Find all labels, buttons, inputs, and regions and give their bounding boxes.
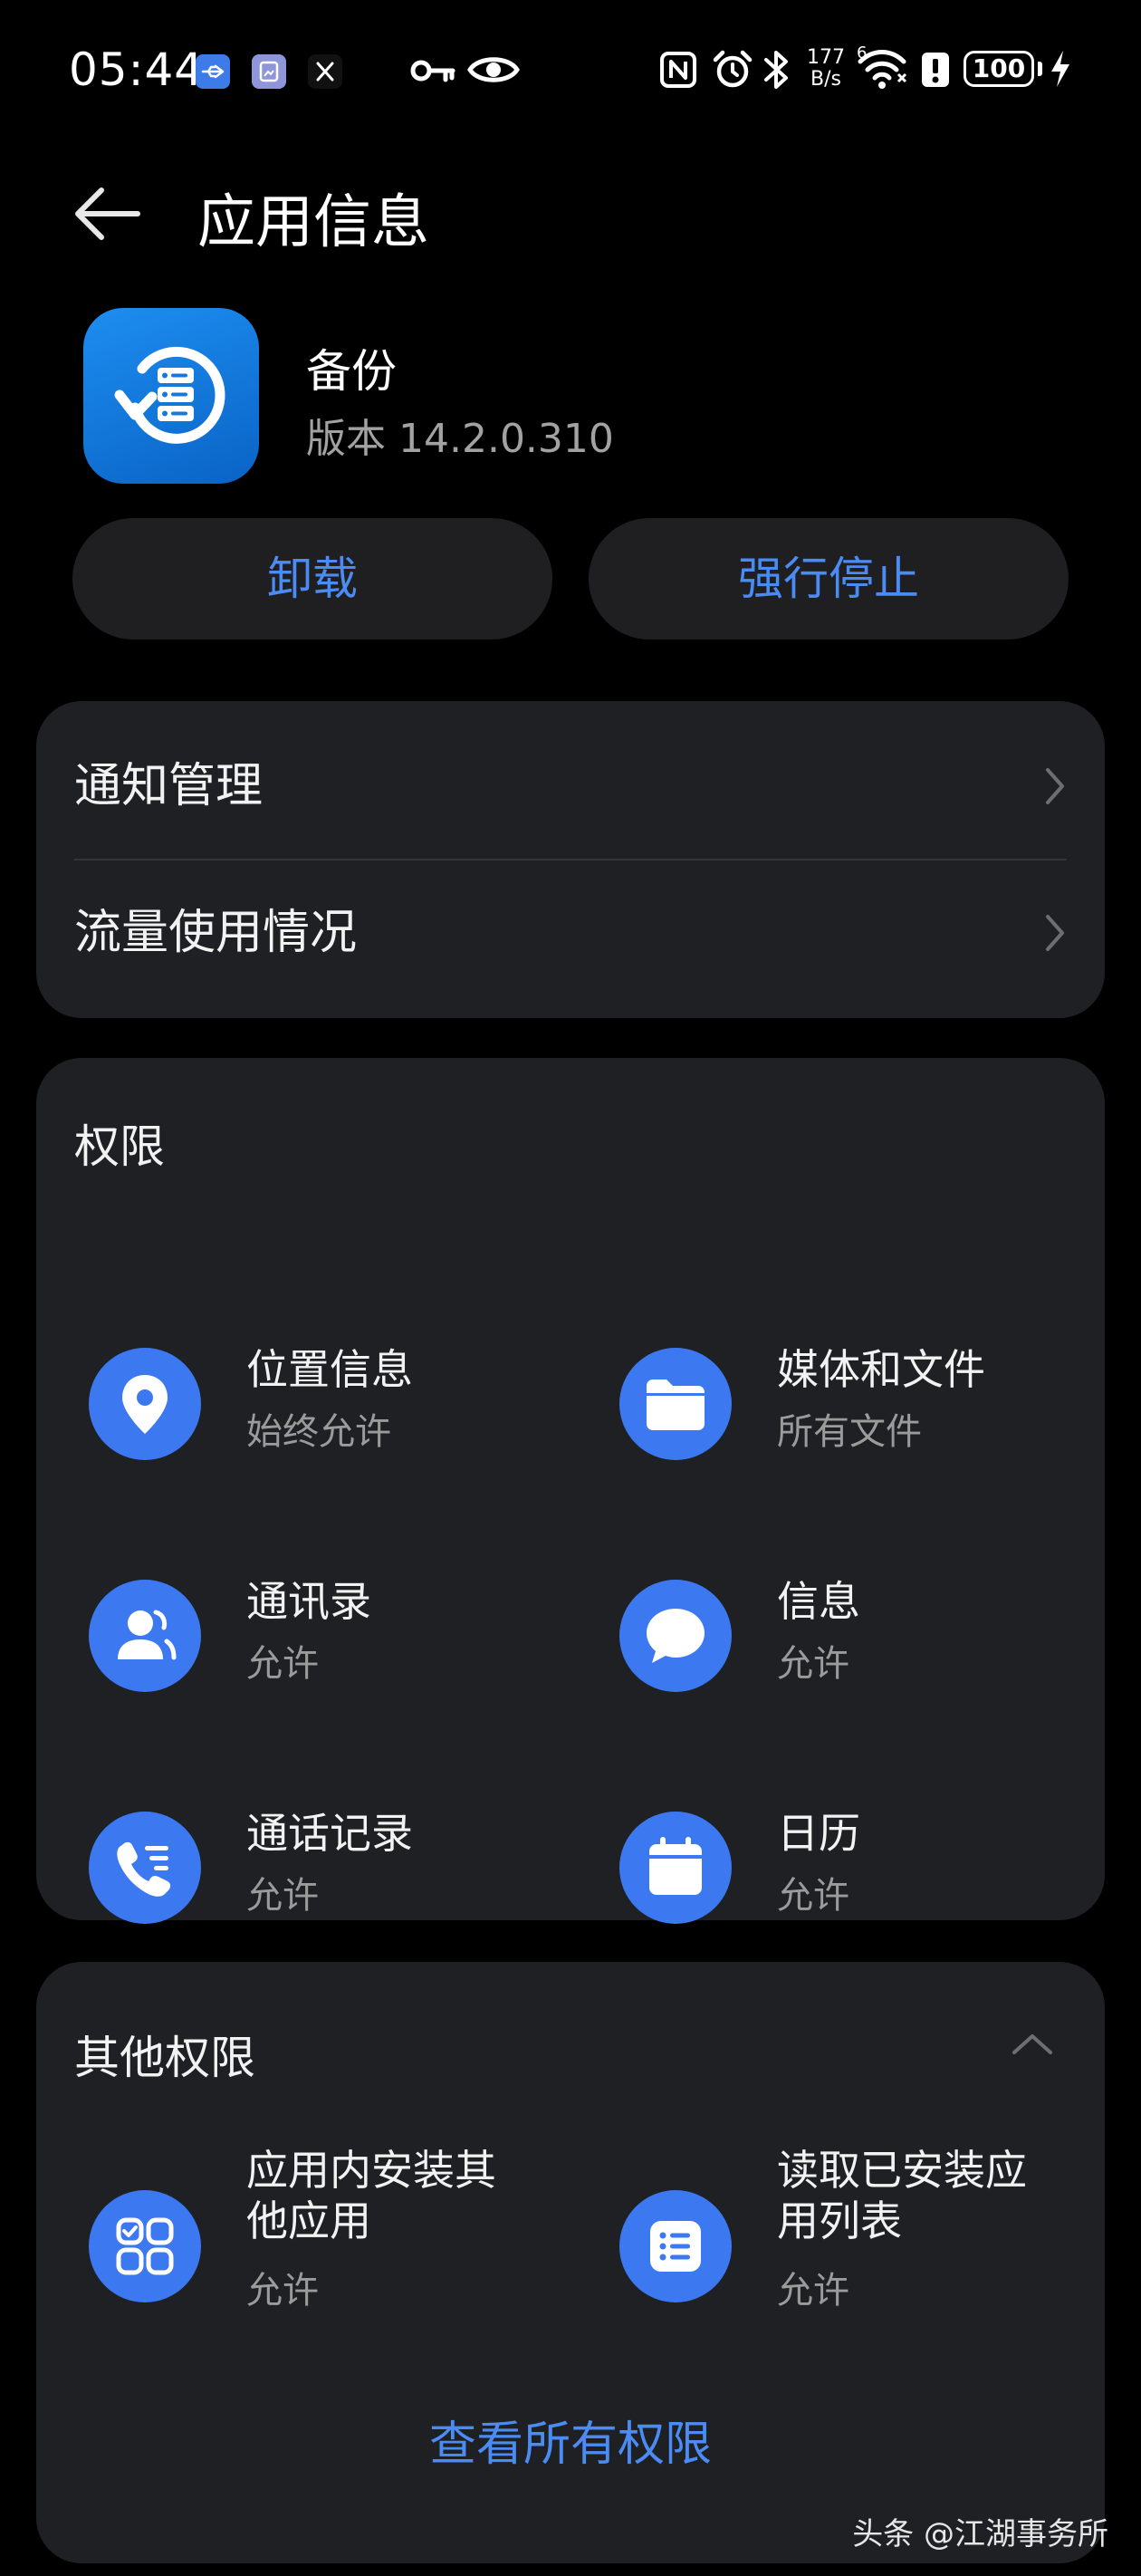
network-speed: 177 B/s	[807, 46, 845, 91]
eye-comfort-icon	[467, 57, 520, 82]
watermark: 头条 @江湖事务所	[852, 2516, 1108, 2552]
call-log-icon	[89, 1812, 201, 1924]
status-bar: 05:44 177 B/s 6 100	[0, 0, 1141, 136]
chevron-right-icon	[1046, 768, 1064, 804]
vpn-key-icon	[410, 60, 455, 82]
app-list-icon	[619, 2190, 732, 2302]
permission-status: 允许	[246, 1643, 319, 1685]
back-arrow-icon	[75, 187, 140, 240]
charging-icon	[1051, 51, 1069, 87]
notification-management-row[interactable]: 通知管理	[36, 714, 1105, 859]
app-version: 版本 14.2.0.310	[306, 416, 614, 462]
force-stop-button[interactable]: 强行停止	[589, 518, 1069, 639]
permission-status: 所有文件	[777, 1411, 922, 1453]
alarm-icon	[713, 50, 753, 88]
battery-tip	[1038, 62, 1042, 76]
battery-icon: 100	[964, 51, 1034, 87]
contacts-icon	[89, 1580, 201, 1692]
view-all-permissions-link[interactable]: 查看所有权限	[36, 2406, 1105, 2474]
menu-item-label: 通知管理	[74, 759, 264, 813]
permission-read-app-list[interactable]: 读取已安装应用列表 允许	[567, 2143, 1056, 2360]
permission-status: 允许	[777, 1643, 849, 1685]
usb-icon	[196, 54, 230, 89]
alert-icon	[922, 53, 949, 87]
other-permissions-card: 其他权限 应用内安装其他应用 允许 读取已安装应用列表 允许 查看所有权限	[36, 1962, 1105, 2563]
uninstall-button[interactable]: 卸载	[72, 518, 552, 639]
menu-item-label: 流量使用情况	[74, 906, 358, 960]
permission-status: 始终允许	[246, 1411, 391, 1453]
app-name: 备份	[306, 345, 397, 398]
permission-status: 允许	[777, 1875, 849, 1917]
permission-media-files[interactable]: 媒体和文件 所有文件	[567, 1328, 1056, 1482]
permissions-title: 权限	[74, 1120, 165, 1173]
permission-calendar[interactable]: 日历 允许	[567, 1792, 1056, 1946]
permission-status: 允许	[777, 2270, 849, 2312]
permission-contacts[interactable]: 通讯录 允许	[36, 1560, 525, 1714]
permissions-card: 权限 位置信息 始终允许 媒体和文件 所有文件 通讯录 允许 信息 允许 通话记…	[36, 1058, 1105, 1924]
status-time: 05:44	[69, 43, 205, 96]
page-title: 应用信息	[197, 189, 429, 256]
gallery-app-icon	[252, 54, 286, 89]
chevron-up-icon[interactable]	[1011, 2031, 1054, 2056]
permission-name: 应用内安装其他应用	[246, 2146, 496, 2245]
permission-status: 允许	[246, 1875, 319, 1917]
permission-name: 日历	[777, 1809, 860, 1858]
nfc-icon	[660, 52, 696, 88]
wifi-icon	[858, 50, 907, 89]
backup-app-icon	[83, 308, 259, 484]
permission-name: 通讯录	[246, 1577, 371, 1626]
install-apps-icon	[89, 2190, 201, 2302]
permission-name: 信息	[777, 1577, 860, 1626]
permission-call-log[interactable]: 通话记录 允许	[36, 1792, 525, 1946]
permission-location[interactable]: 位置信息 始终允许	[36, 1328, 525, 1482]
permission-status: 允许	[246, 2270, 319, 2312]
x-app-icon	[308, 54, 342, 89]
location-icon	[89, 1348, 201, 1460]
data-usage-row[interactable]: 流量使用情况	[36, 860, 1105, 1005]
permission-name: 通话记录	[246, 1809, 413, 1858]
calendar-icon	[619, 1812, 732, 1924]
permission-name: 位置信息	[246, 1345, 413, 1394]
permission-install-other-apps[interactable]: 应用内安装其他应用 允许	[36, 2143, 525, 2360]
other-permissions-title: 其他权限	[74, 2032, 255, 2084]
app-settings-card: 通知管理 流量使用情况	[36, 701, 1105, 1018]
folder-icon	[619, 1348, 732, 1460]
permission-name: 读取已安装应用列表	[777, 2146, 1027, 2245]
bluetooth-icon	[764, 51, 788, 89]
permission-messages[interactable]: 信息 允许	[567, 1560, 1056, 1714]
message-icon	[619, 1580, 732, 1692]
permission-name: 媒体和文件	[777, 1345, 985, 1394]
chevron-right-icon	[1046, 915, 1064, 951]
back-button[interactable]	[71, 178, 145, 250]
